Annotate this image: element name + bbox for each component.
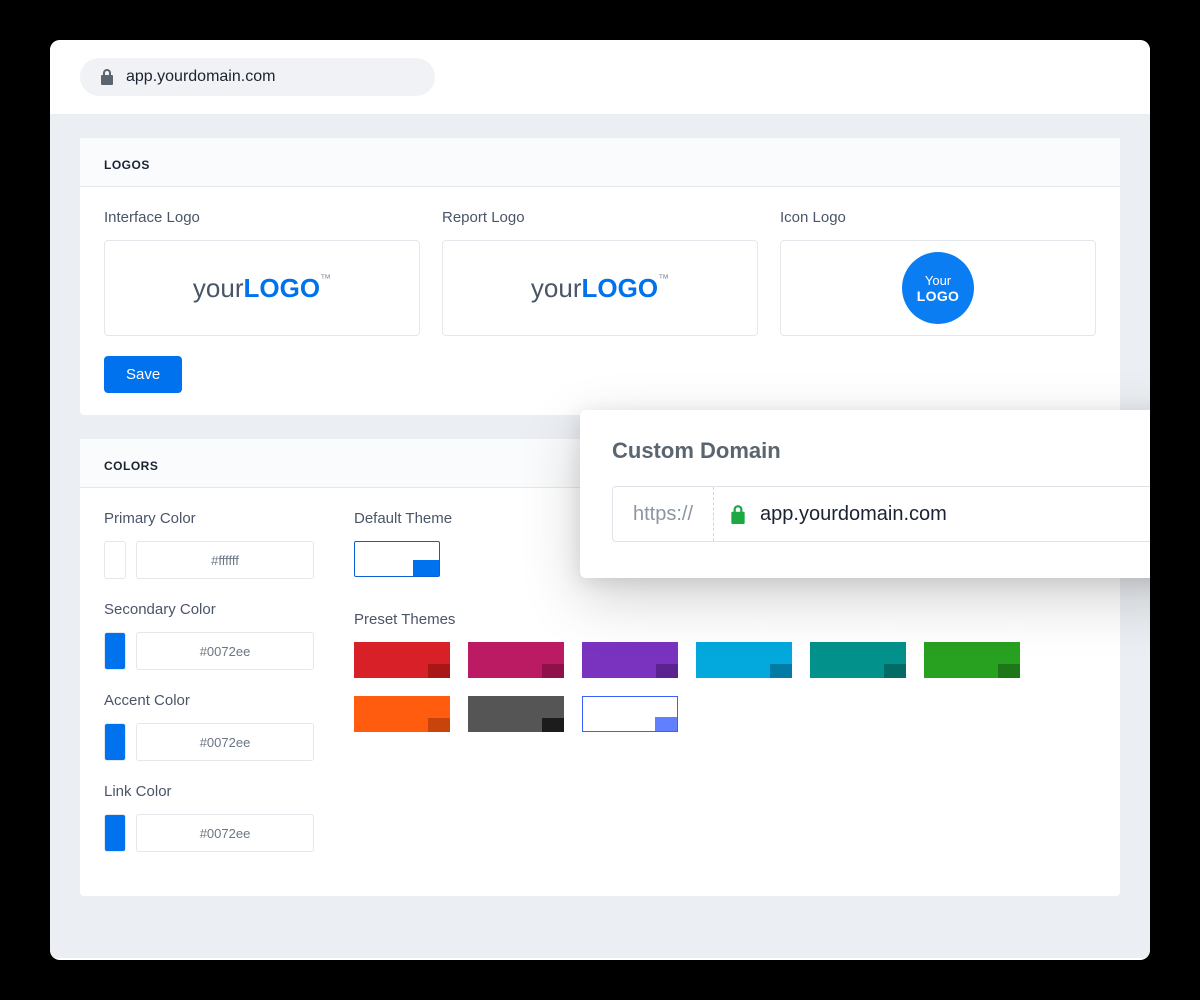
browser-window: app.yourdomain.com LOGOS Interface Logo … [50, 40, 1150, 960]
custom-domain-popup: Custom Domain https:// app.yourdomain.co… [580, 410, 1150, 578]
preset-theme-swatch[interactable] [696, 642, 792, 678]
primary-color-field: Primary Color [104, 510, 314, 579]
preset-theme-swatch[interactable] [468, 642, 564, 678]
primary-color-label: Primary Color [104, 510, 314, 527]
icon-logo-preview: Your LOGO [902, 252, 974, 324]
preset-theme-swatch[interactable] [354, 696, 450, 732]
accent-color-swatch[interactable] [104, 723, 126, 761]
link-color-swatch[interactable] [104, 814, 126, 852]
icon-logo-field: Icon Logo Your LOGO [780, 209, 1096, 336]
interface-logo-box[interactable]: yourLOGO™ [104, 240, 420, 336]
accent-color-hex-input[interactable] [136, 723, 314, 761]
report-logo-box[interactable]: yourLOGO™ [442, 240, 758, 336]
icon-logo-box[interactable]: Your LOGO [780, 240, 1096, 336]
secondary-color-hex-input[interactable] [136, 632, 314, 670]
preset-themes-section: Preset Themes [354, 611, 1096, 732]
report-logo-label: Report Logo [442, 209, 758, 226]
url-bar[interactable]: app.yourdomain.com [80, 58, 435, 96]
domain-protocol-label: https:// [613, 487, 714, 541]
secondary-color-swatch[interactable] [104, 632, 126, 670]
url-bar-container: app.yourdomain.com [50, 40, 1150, 114]
custom-domain-title: Custom Domain [612, 438, 1150, 464]
preset-theme-swatch[interactable] [582, 696, 678, 732]
report-logo-preview: yourLOGO™ [531, 273, 669, 304]
primary-color-hex-input[interactable] [136, 541, 314, 579]
url-text: app.yourdomain.com [126, 68, 275, 86]
interface-logo-label: Interface Logo [104, 209, 420, 226]
custom-domain-input-group: https:// app.yourdomain.com [612, 486, 1150, 542]
interface-logo-field: Interface Logo yourLOGO™ [104, 209, 420, 336]
preset-theme-swatch[interactable] [468, 696, 564, 732]
preset-theme-swatch[interactable] [354, 642, 450, 678]
interface-logo-preview: yourLOGO™ [193, 273, 331, 304]
secondary-color-label: Secondary Color [104, 601, 314, 618]
link-color-hex-input[interactable] [136, 814, 314, 852]
preset-theme-swatch[interactable] [924, 642, 1020, 678]
secondary-color-field: Secondary Color [104, 601, 314, 670]
custom-domain-value[interactable]: app.yourdomain.com [714, 487, 1150, 541]
default-theme-preview[interactable] [354, 541, 440, 577]
report-logo-field: Report Logo yourLOGO™ [442, 209, 758, 336]
preset-themes-label: Preset Themes [354, 611, 1096, 628]
preset-theme-swatch[interactable] [810, 642, 906, 678]
save-button[interactable]: Save [104, 356, 182, 393]
logos-section-title: LOGOS [80, 138, 1120, 187]
logos-panel: LOGOS Interface Logo yourLOGO™ Report Lo… [80, 138, 1120, 415]
link-color-label: Link Color [104, 783, 314, 800]
accent-color-field: Accent Color [104, 692, 314, 761]
link-color-field: Link Color [104, 783, 314, 852]
icon-logo-label: Icon Logo [780, 209, 1096, 226]
primary-color-swatch[interactable] [104, 541, 126, 579]
lock-icon [730, 504, 746, 524]
accent-color-label: Accent Color [104, 692, 314, 709]
lock-icon [100, 69, 114, 85]
custom-domain-text: app.yourdomain.com [760, 503, 947, 526]
preset-theme-swatch[interactable] [582, 642, 678, 678]
